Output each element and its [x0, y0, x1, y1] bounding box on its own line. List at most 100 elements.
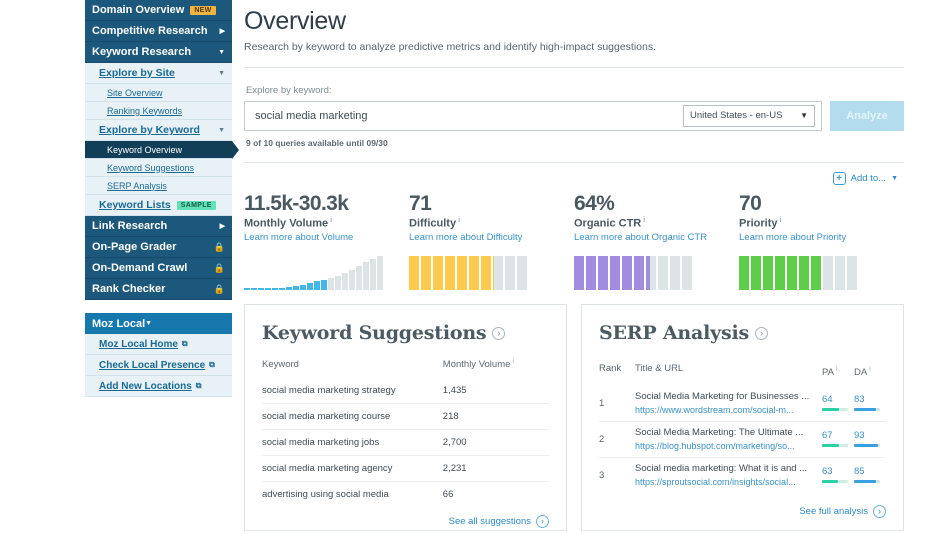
metric-learn-more-link[interactable]: Learn more about Priority — [739, 232, 904, 243]
sidebar-section-label[interactable]: Explore by Site — [99, 67, 175, 79]
search-row: United States - en-US ▼ Analyze — [244, 100, 904, 131]
sparkline-bar — [349, 270, 355, 291]
sidebar-item-domain-overview[interactable]: Domain Overview NEW — [85, 0, 232, 21]
segment-bar — [634, 256, 644, 291]
info-icon[interactable]: i — [643, 217, 645, 224]
keyword-suggestions-panel: Keyword Suggestions › Keyword Monthly Vo… — [244, 304, 567, 532]
app-root: Domain Overview NEW Competitive Research… — [0, 0, 946, 534]
sidebar-item-label[interactable]: Keyword Suggestions — [107, 163, 194, 173]
chevron-down-icon: ▼ — [145, 320, 153, 327]
sidebar-item-label[interactable]: Ranking Keywords — [107, 106, 182, 116]
table-row[interactable]: social media marketing jobs 2,700 — [262, 429, 549, 456]
metric-learn-more-link[interactable]: Learn more about Volume — [244, 232, 409, 243]
score-bar-fill — [822, 444, 840, 448]
sidebar-item-label[interactable]: Check Local Presence — [99, 360, 205, 371]
table-row[interactable]: 3 Social media marketing: What it is and … — [599, 457, 886, 494]
result-title: Social Media Marketing for Businesses ..… — [635, 391, 810, 403]
search-label: Explore by keyword: — [246, 84, 332, 96]
search-box: United States - en-US ▼ — [244, 100, 822, 131]
chevron-down-icon: ▼ — [891, 174, 898, 182]
sidebar-item-rank-checker[interactable]: Rank Checker 🔒 — [85, 279, 232, 300]
metric-value: 70 — [739, 191, 762, 215]
metric-label-text: Difficulty — [409, 217, 457, 230]
sidebar-item-on-demand-crawl[interactable]: On-Demand Crawl 🔒 — [85, 258, 232, 279]
info-icon[interactable]: i — [780, 217, 782, 224]
table-row[interactable]: advertising using social media 66 — [262, 481, 549, 508]
segment-bar — [739, 256, 749, 291]
sparkline-bar — [293, 286, 299, 291]
see-all-suggestions-link[interactable]: See all suggestions › — [262, 507, 549, 529]
sidebar-item-label[interactable]: Keyword Overview — [107, 145, 182, 155]
sparkline-bar — [272, 288, 278, 291]
sidebar-item-keyword-suggestions[interactable]: Keyword Suggestions — [85, 159, 232, 177]
column-header-rank: Rank — [599, 362, 622, 374]
add-to-button[interactable]: + Add to... ▼ — [832, 171, 898, 185]
info-icon[interactable]: i — [458, 217, 460, 224]
panel-title: SERP Analysis › — [599, 322, 886, 344]
sidebar-item-site-overview[interactable]: Site Overview — [85, 84, 232, 102]
analyze-button[interactable]: Analyze — [830, 100, 904, 131]
table-row[interactable]: 2 Social Media Marketing: The Ultimate ..… — [599, 421, 886, 458]
cell-monthly-volume: 2,231 — [442, 455, 549, 482]
sidebar-section-label: Moz Local — [92, 317, 146, 330]
sidebar-item-label[interactable]: SERP Analysis — [107, 181, 167, 191]
info-icon[interactable]: i — [512, 358, 514, 365]
cell-title-url: Social Media Marketing: The Ultimate ...… — [635, 421, 822, 458]
table-row[interactable]: social media marketing course 218 — [262, 403, 549, 430]
search-input[interactable] — [245, 109, 683, 122]
sidebar-item-keyword-research[interactable]: Keyword Research ▼ — [85, 42, 232, 63]
sidebar-item-competitive-research[interactable]: Competitive Research ▶ — [85, 21, 232, 42]
chevron-right-circle-icon[interactable]: › — [492, 326, 506, 340]
table-row[interactable]: 1 Social Media Marketing for Businesses .… — [599, 386, 886, 421]
metric-learn-more-link[interactable]: Learn more about Organic CTR — [574, 232, 739, 243]
result-url[interactable]: https://sproutsocial.com/insights/social… — [635, 476, 822, 488]
sidebar-section-explore-by-site[interactable]: Explore by Site ▼ — [85, 63, 232, 84]
sidebar-item-label[interactable]: Moz Local Home — [99, 339, 178, 350]
result-url[interactable]: https://blog.hubspot.com/marketing/so... — [635, 440, 822, 452]
result-url[interactable]: https://www.wordstream.com/social-m... — [635, 404, 822, 416]
sidebar-section-explore-by-keyword[interactable]: Explore by Keyword ▼ — [85, 120, 232, 141]
sidebar-section-moz-local[interactable]: Moz Local ▼ — [85, 313, 232, 334]
score-value: 85 — [854, 466, 865, 478]
monthly-volume-sparkline-chart — [244, 256, 409, 291]
sidebar-item-link-research[interactable]: Link Research ▶ — [85, 216, 232, 237]
segment-bar — [409, 256, 419, 291]
serp-analysis-panel: SERP Analysis › Rank Title & URL PA i DA i — [581, 304, 904, 532]
segment-bar — [835, 256, 845, 291]
chevron-right-circle-icon[interactable]: › — [755, 326, 769, 340]
cell-pa: 64 — [822, 386, 854, 421]
segment-bar — [670, 256, 680, 291]
sidebar-section-label[interactable]: Explore by Keyword — [99, 124, 200, 136]
page-subtitle: Research by keyword to analyze predictiv… — [244, 40, 657, 53]
cell-monthly-volume: 218 — [442, 403, 549, 430]
sparkline-bar — [335, 276, 341, 291]
table-row[interactable]: social media marketing strategy 1,435 — [262, 378, 549, 404]
sidebar-item-moz-local-home[interactable]: Moz Local Home ⧉ — [85, 334, 232, 355]
sidebar-item-on-page-grader[interactable]: On-Page Grader 🔒 — [85, 237, 232, 258]
column-header-monthly-volume: Monthly Volume i — [443, 358, 549, 378]
table-row[interactable]: social media marketing agency 2,231 — [262, 455, 549, 482]
segment-bar — [421, 256, 431, 291]
score-value: 63 — [822, 466, 833, 478]
lock-icon: 🔒 — [213, 241, 225, 252]
query-quota-text: 9 of 10 queries available until 09/30 — [246, 137, 388, 148]
sidebar-item-serp-analysis[interactable]: SERP Analysis — [85, 177, 232, 195]
sidebar-item-keyword-lists[interactable]: Keyword Lists SAMPLE — [85, 195, 232, 216]
sidebar-item-check-local-presence[interactable]: Check Local Presence ⧉ — [85, 355, 232, 376]
sidebar-item-label[interactable]: Keyword Lists — [99, 199, 171, 211]
info-icon[interactable]: i — [869, 366, 871, 373]
sparkline-bar — [321, 280, 327, 291]
locale-select[interactable]: United States - en-US ▼ — [683, 104, 815, 127]
sidebar-item-add-new-locations[interactable]: Add New Locations ⧉ — [85, 376, 232, 397]
sidebar-item-keyword-overview[interactable]: Keyword Overview — [85, 141, 239, 159]
sidebar-item-ranking-keywords[interactable]: Ranking Keywords — [85, 102, 232, 120]
sparkline-bar — [244, 288, 250, 291]
sidebar-item-label[interactable]: Add New Locations — [99, 381, 192, 392]
metric-learn-more-link[interactable]: Learn more about Difficulty — [409, 232, 574, 243]
see-full-analysis-link[interactable]: See full analysis › — [599, 497, 886, 519]
info-icon[interactable]: i — [836, 366, 838, 373]
sidebar-item-label: Competitive Research — [92, 25, 208, 37]
info-icon[interactable]: i — [330, 217, 332, 224]
sidebar-item-label[interactable]: Site Overview — [107, 88, 163, 98]
cell-monthly-volume: 66 — [442, 481, 549, 508]
